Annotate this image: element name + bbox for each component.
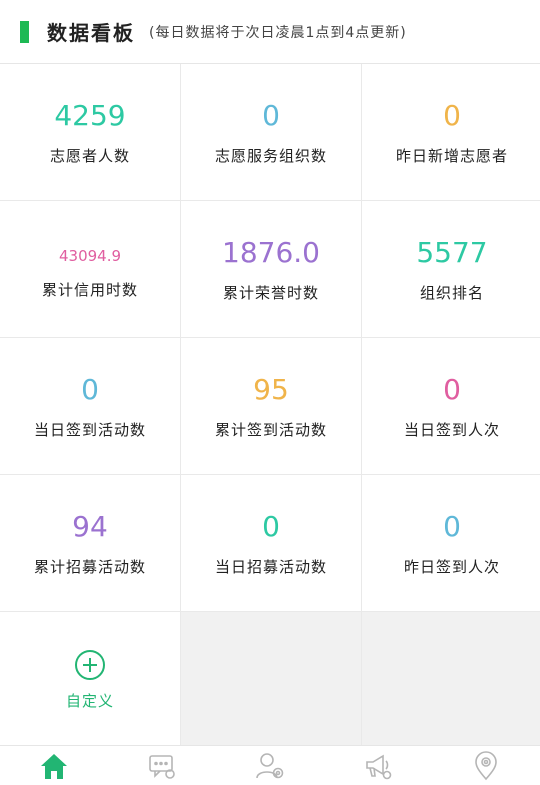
location-settings-icon — [475, 750, 497, 780]
plus-circle-icon — [75, 649, 105, 680]
stat-label: 累计信用时数 — [41, 280, 138, 299]
chat-settings-icon — [149, 754, 175, 779]
tab-messages[interactable] — [142, 749, 182, 783]
stat-honor-hours[interactable]: 1876.0 累计荣誉时数 — [181, 201, 361, 337]
stat-label: 累计签到活动数 — [214, 420, 327, 439]
stat-value: 0 — [443, 509, 461, 543]
stat-label: 志愿者人数 — [49, 146, 130, 165]
header-accent-bar — [20, 20, 29, 43]
empty-slot — [362, 612, 540, 748]
stat-value: 43094.9 — [58, 246, 122, 265]
user-settings-icon — [256, 752, 284, 778]
tab-announcements[interactable] — [358, 749, 398, 783]
stat-volunteer-count[interactable]: 4259 志愿者人数 — [0, 64, 180, 200]
empty-slot — [181, 612, 361, 748]
home-icon — [41, 753, 67, 779]
stat-value: 95 — [253, 372, 289, 406]
stat-new-volunteers-yesterday[interactable]: 0 昨日新增志愿者 — [362, 64, 540, 200]
stat-label: 昨日新增志愿者 — [395, 146, 508, 165]
stat-value: 4259 — [54, 98, 126, 132]
stat-value: 1876.0 — [222, 235, 320, 269]
page-header: 数据看板 (每日数据将于次日凌晨1点到4点更新) — [0, 0, 540, 64]
update-note: (每日数据将于次日凌晨1点到4点更新) — [149, 24, 407, 41]
bottom-tab-bar — [0, 745, 540, 785]
stat-label: 当日招募活动数 — [214, 557, 327, 576]
megaphone-settings-icon — [366, 754, 392, 779]
customize-label: 自定义 — [65, 691, 114, 710]
stat-value: 0 — [262, 509, 280, 543]
stat-total-recruit-activities[interactable]: 94 累计招募活动数 — [0, 475, 180, 611]
stats-grid: 4259 志愿者人数 0 志愿服务组织数 0 昨日新增志愿者 43094.9 累… — [0, 64, 540, 748]
customize-button[interactable]: 自定义 — [0, 612, 180, 748]
stat-value: 0 — [81, 372, 99, 406]
stat-label: 当日签到人次 — [403, 420, 500, 439]
stat-label: 组织排名 — [419, 283, 484, 302]
stat-value: 94 — [72, 509, 108, 543]
stat-today-recruit-activities[interactable]: 0 当日招募活动数 — [181, 475, 361, 611]
stat-label: 累计招募活动数 — [33, 557, 146, 576]
stat-org-count[interactable]: 0 志愿服务组织数 — [181, 64, 361, 200]
stat-today-checkin-activities[interactable]: 0 当日签到活动数 — [0, 338, 180, 474]
tab-profile[interactable] — [250, 749, 290, 783]
stat-credit-hours[interactable]: 43094.9 累计信用时数 — [0, 201, 180, 337]
stat-total-checkin-activities[interactable]: 95 累计签到活动数 — [181, 338, 361, 474]
stat-label: 当日签到活动数 — [33, 420, 146, 439]
tab-location[interactable] — [466, 749, 506, 783]
stat-label: 志愿服务组织数 — [214, 146, 327, 165]
stat-org-rank[interactable]: 5577 组织排名 — [362, 201, 540, 337]
stat-today-checkins[interactable]: 0 当日签到人次 — [362, 338, 540, 474]
stat-value: 0 — [443, 98, 461, 132]
stat-label: 昨日签到人次 — [403, 557, 500, 576]
tab-home[interactable] — [34, 749, 74, 783]
stat-value: 0 — [443, 372, 461, 406]
stat-value: 0 — [262, 98, 280, 132]
stat-label: 累计荣誉时数 — [222, 283, 319, 302]
page-title: 数据看板 — [47, 21, 135, 45]
stat-yesterday-checkins[interactable]: 0 昨日签到人次 — [362, 475, 540, 611]
stat-value: 5577 — [416, 235, 488, 269]
